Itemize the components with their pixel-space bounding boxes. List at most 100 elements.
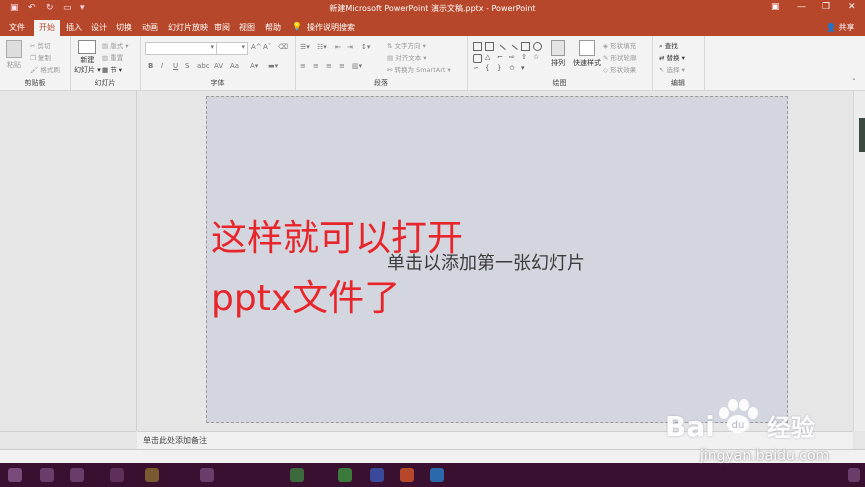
share-button[interactable]: 👤 共享: [826, 22, 855, 33]
strikethrough-icon[interactable]: abc: [197, 62, 210, 70]
start-icon[interactable]: [8, 468, 22, 482]
tab-home[interactable]: 开始: [34, 20, 60, 37]
more-shapes-icon[interactable]: ▾: [521, 64, 525, 72]
restore-button[interactable]: ❐: [822, 2, 830, 12]
brace-right-shape-icon[interactable]: }: [497, 64, 501, 72]
align-right-icon[interactable]: ≡: [326, 62, 332, 70]
align-center-icon[interactable]: ≡: [313, 62, 319, 70]
section-button[interactable]: ▦ 节 ▾: [102, 64, 122, 74]
title-bar: ▣ ↶ ↻ ▭ ▾ 新建Microsoft PowerPoint 演示文稿.pp…: [0, 0, 865, 18]
curve-shape-icon[interactable]: ∽: [473, 64, 479, 72]
lightbulb-icon[interactable]: 💡: [292, 22, 302, 31]
shape-fill-button[interactable]: ◈ 形状填充: [603, 40, 636, 50]
arrange-button[interactable]: 排列: [551, 40, 565, 68]
font-group-label: 字体: [210, 79, 225, 87]
triangle-shape-icon[interactable]: △: [485, 53, 490, 61]
textbox-shape-icon[interactable]: [473, 42, 482, 51]
font-color-icon[interactable]: A▾: [250, 62, 258, 70]
justify-icon[interactable]: ≡: [339, 62, 345, 70]
tab-insert[interactable]: 插入: [66, 22, 82, 33]
format-painter-button[interactable]: 🖌 格式刷: [30, 64, 60, 74]
taskbar-app-icon[interactable]: [370, 468, 384, 482]
new-slide-icon: [78, 40, 97, 54]
paste-button[interactable]: 粘贴: [6, 40, 22, 70]
taskbar-app-icon[interactable]: [430, 468, 444, 482]
powerpoint-icon[interactable]: [400, 468, 414, 482]
paragraph-group: ☰▾ ☷▾ ⇤ ⇥ ↕▾ ≡ ≡ ≡ ≡ ▥▾ ⇅ 文字方向 ▾ ▤ 对齐文本 …: [295, 36, 468, 90]
cut-button[interactable]: ✂ 剪切: [30, 40, 51, 50]
tab-animations[interactable]: 动画: [142, 22, 158, 33]
show-desktop-icon[interactable]: [848, 468, 860, 482]
rectangle-shape-icon[interactable]: [521, 42, 530, 51]
slide-canvas[interactable]: 单击以添加第一张幻灯片 这样就可以打开 pptx文件了: [206, 96, 788, 423]
italic-button[interactable]: I: [161, 62, 163, 70]
increase-indent-icon[interactable]: ⇥: [347, 43, 353, 51]
tab-design[interactable]: 设计: [91, 22, 107, 33]
columns-icon[interactable]: ▥▾: [352, 62, 362, 70]
numbering-icon[interactable]: ☷▾: [317, 43, 327, 51]
text-direction-button[interactable]: ⇅ 文字方向 ▾: [387, 40, 426, 50]
tell-me-search[interactable]: 操作说明搜索: [307, 22, 355, 33]
notes-placeholder[interactable]: 单击此处添加备注: [143, 435, 207, 446]
font-group: ▾ ▾ A^ Aˇ ⌫ B I U S abc AV Aa A▾ ▬▾ 字体: [140, 36, 296, 90]
star5-shape-icon[interactable]: ✩: [509, 64, 515, 72]
vertical-textbox-icon[interactable]: [485, 42, 494, 51]
star-shape-icon[interactable]: ☆: [533, 53, 539, 61]
tab-view[interactable]: 视图: [239, 22, 255, 33]
corner-shape-icon[interactable]: ⌐: [497, 53, 503, 61]
taskbar-app-icon[interactable]: [70, 468, 84, 482]
change-case-button[interactable]: Aa: [230, 62, 239, 70]
copy-button[interactable]: ❐ 复制: [30, 52, 51, 62]
slide-thumbnail-pane[interactable]: [0, 91, 137, 431]
tab-help[interactable]: 帮助: [265, 22, 281, 33]
tab-file[interactable]: 文件: [9, 22, 25, 33]
rounded-rect-shape-icon[interactable]: [473, 54, 482, 63]
new-slide-button[interactable]: 新建 幻灯片 ▾: [74, 40, 101, 75]
taskbar-app-icon[interactable]: [145, 468, 159, 482]
quick-styles-button[interactable]: 快速样式: [573, 40, 601, 68]
ribbon: 粘贴 ✂ 剪切 ❐ 复制 🖌 格式刷 剪贴板 新建 幻灯片 ▾ ▤ 版式 ▾ ▥…: [0, 36, 865, 91]
clear-format-icon[interactable]: ⌫: [278, 43, 288, 51]
smartart-button[interactable]: ⚯ 转换为 SmartArt ▾: [387, 64, 451, 74]
decrease-font-icon[interactable]: Aˇ: [263, 43, 271, 51]
quick-styles-icon: [579, 40, 595, 56]
collapse-ribbon-icon[interactable]: ˄: [852, 78, 856, 86]
shape-outline-button[interactable]: ✎ 形状轮廓: [603, 52, 637, 62]
side-panel-tab[interactable]: [859, 118, 865, 152]
replace-button[interactable]: ⇄ 替换 ▾: [659, 52, 685, 62]
taskbar-app-icon[interactable]: [40, 468, 54, 482]
oval-shape-icon[interactable]: [533, 42, 542, 51]
taskbar-app-icon[interactable]: [290, 468, 304, 482]
ribbon-display-icon[interactable]: ▣: [771, 2, 780, 12]
tab-slideshow[interactable]: 幻灯片放映: [168, 22, 208, 33]
find-button[interactable]: ⌕ 查找: [659, 40, 678, 51]
align-left-icon[interactable]: ≡: [300, 62, 306, 70]
reset-button[interactable]: ▥ 重置: [102, 52, 123, 62]
align-text-button[interactable]: ▤ 对齐文本 ▾: [387, 52, 427, 62]
bullets-icon[interactable]: ☰▾: [300, 43, 310, 51]
font-name-field[interactable]: ▾: [145, 42, 217, 55]
bold-button[interactable]: B: [148, 62, 153, 70]
line-spacing-icon[interactable]: ↕▾: [361, 43, 370, 51]
tab-transitions[interactable]: 切换: [116, 22, 132, 33]
shadow-button[interactable]: S: [185, 62, 189, 70]
font-size-field[interactable]: ▾: [216, 42, 248, 55]
select-button[interactable]: ↖ 选择 ▾: [659, 64, 685, 74]
arrow-right-shape-icon[interactable]: ⇨: [509, 53, 515, 61]
layout-button[interactable]: ▤ 版式 ▾: [102, 40, 129, 50]
char-spacing-button[interactable]: AV: [214, 62, 223, 70]
decrease-indent-icon[interactable]: ⇤: [335, 43, 341, 51]
taskbar-app-icon[interactable]: [200, 468, 214, 482]
tab-review[interactable]: 审阅: [214, 22, 230, 33]
highlight-icon[interactable]: ▬▾: [268, 62, 278, 70]
watermark-logo: Bai 经验: [665, 410, 815, 443]
brace-shape-icon[interactable]: {: [485, 64, 489, 72]
shape-effects-button[interactable]: ◇ 形状效果: [603, 64, 636, 74]
increase-font-icon[interactable]: A^: [251, 43, 262, 51]
wechat-icon[interactable]: [338, 468, 352, 482]
arrow-up-shape-icon[interactable]: ⇧: [521, 53, 527, 61]
taskbar-app-icon[interactable]: [110, 468, 124, 482]
close-button[interactable]: ✕: [848, 2, 856, 12]
minimize-button[interactable]: —: [797, 2, 806, 12]
underline-button[interactable]: U: [173, 62, 178, 70]
